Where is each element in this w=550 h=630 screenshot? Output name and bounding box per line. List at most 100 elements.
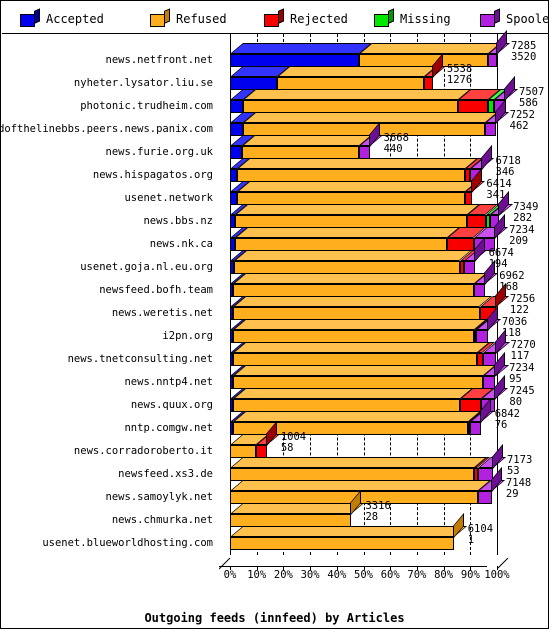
x-tick-label: 40% [327, 569, 347, 581]
category-label: news.weretis.net [111, 307, 213, 319]
category-label: news.bbs.nz [143, 215, 213, 227]
category-label: news.netfront.net [105, 54, 213, 66]
x-tick-mark [470, 566, 472, 570]
x-tick-label: 60% [380, 569, 400, 581]
legend-item-rejected: Rejected [264, 8, 348, 30]
x-tick-mark [230, 566, 231, 570]
category-label: news.hispagatos.org [92, 169, 213, 181]
bar-segment-top-refused [232, 365, 496, 376]
bar-segment-side-spooled [480, 144, 492, 171]
bar-segment-refused [230, 537, 454, 550]
x-tick-label: 50% [354, 569, 373, 581]
bar-segment-top-refused [236, 158, 479, 169]
x-tick-mark [416, 566, 418, 570]
bar-segment-spooled [478, 491, 492, 504]
bar-segment-top-refused [230, 457, 488, 468]
x-tick-mark [363, 566, 365, 570]
bar-value-secondary: 282 [513, 212, 533, 224]
category-label: usenet.blueworldhosting.com [42, 537, 213, 549]
axis-floor-diagonal-right [496, 555, 509, 570]
x-tick-mark [310, 566, 312, 570]
chart-title: Outgoing feeds (innfeed) by Articles [144, 611, 405, 625]
bar-segment-top-refused [232, 411, 482, 422]
legend-item-spooled: Spooled [480, 8, 550, 30]
bar-segment-top-refused [276, 66, 437, 77]
bar-value-secondary: 53 [506, 465, 520, 477]
bar-segment-top-refused [230, 503, 365, 514]
category-label: news.quux.org [130, 399, 213, 411]
bar-value-secondary: 586 [519, 97, 538, 109]
bar-segment-accepted [230, 169, 237, 182]
bar-segment-top-refused [236, 181, 479, 192]
cube-icon [374, 8, 394, 27]
x-tick-mark [256, 566, 258, 570]
axis-floor-front [219, 566, 487, 567]
legend-label: Refused [176, 12, 227, 26]
bar-segment-top-refused [241, 135, 373, 146]
x-tick-label: 80% [434, 569, 454, 581]
legend-label: Rejected [290, 12, 348, 26]
legend-label: Accepted [46, 12, 104, 26]
bar-segment-top-accepted [230, 43, 373, 54]
bar-value-secondary: 58 [280, 442, 294, 454]
bar-value-secondary: 1276 [446, 74, 473, 86]
legend-item-accepted: Accepted [20, 8, 104, 30]
category-label: i2pn.org [162, 330, 213, 342]
bar-segment-accepted [230, 192, 237, 205]
cube-icon [20, 8, 40, 27]
x-tick-label: 90% [460, 569, 480, 581]
x-tick-label: 30% [300, 569, 320, 581]
bar-segment-top-refused [233, 342, 491, 353]
bar-value-secondary: 1 [467, 534, 475, 546]
bar-value-secondary: 117 [510, 350, 530, 362]
cube-icon [480, 8, 500, 27]
bar-value-secondary: 3520 [511, 51, 537, 63]
cube-icon [264, 8, 284, 27]
category-label: endofthelinebbs.peers.news.panix.com [0, 123, 213, 135]
bar-segment-top-refused [235, 204, 481, 215]
category-label: photonic.trudheim.com [80, 100, 213, 112]
bar-segment-side-refused [452, 512, 464, 539]
x-tick-mark [336, 566, 338, 570]
bar-segment-top-refused [232, 388, 473, 399]
category-label: newsfeed.xs3.de [118, 468, 213, 480]
bar-segment-accepted [230, 146, 242, 159]
bar-segment-top-refused [243, 112, 499, 123]
category-label: news.furie.org.uk [105, 146, 213, 158]
x-tick-mark [390, 566, 392, 570]
bar-segment-top-refused [234, 250, 473, 261]
category-label: news.tnetconsulting.net [67, 353, 213, 365]
cube-icon [150, 8, 170, 27]
bar-segment-top-refused [230, 526, 467, 537]
bar-segment-accepted [230, 123, 244, 136]
bar-value-secondary: 28 [365, 511, 379, 523]
category-label: usenet.network [124, 192, 213, 204]
bar-value-secondary: 440 [383, 143, 403, 155]
bar-value-secondary: 209 [509, 235, 529, 247]
legend-item-missing: Missing [374, 8, 451, 30]
bar-segment-accepted [230, 100, 244, 113]
category-label: news.chmurka.net [111, 514, 213, 526]
category-label: newsfeed.bofh.team [99, 284, 213, 296]
category-label: nyheter.lysator.liu.se [73, 77, 213, 89]
category-label: news.corradoroberto.it [73, 445, 213, 457]
bar-segment-top-refused [233, 319, 487, 330]
bar-segment-top-refused [235, 227, 461, 238]
legend-label: Spooled [506, 12, 550, 26]
bar-value-secondary: 76 [494, 419, 508, 431]
x-tick-label: 10% [247, 569, 267, 581]
bar-value-secondary: 95 [509, 373, 522, 385]
chart-plot-area: news.netfront.net nyheter.lysator.liu.se p… [0, 29, 549, 630]
x-tick-label: 70% [407, 569, 427, 581]
category-label: news.nntp4.net [124, 376, 213, 388]
bar-segment-top-refused [233, 273, 488, 284]
bar-value-secondary: 122 [509, 304, 529, 316]
bar-segment-top-refused [358, 43, 502, 54]
chart-frame: Accepted Refused Rejected Missing Spooled ne… [0, 0, 550, 630]
legend-item-refused: Refused [150, 8, 227, 30]
x-tick-label: 0% [223, 569, 237, 581]
x-tick-label: 100% [484, 569, 510, 581]
legend-label: Missing [400, 12, 451, 26]
category-label: nntp.comgw.net [124, 422, 213, 434]
chart-legend: Accepted Refused Rejected Missing Spooled [2, 2, 550, 34]
